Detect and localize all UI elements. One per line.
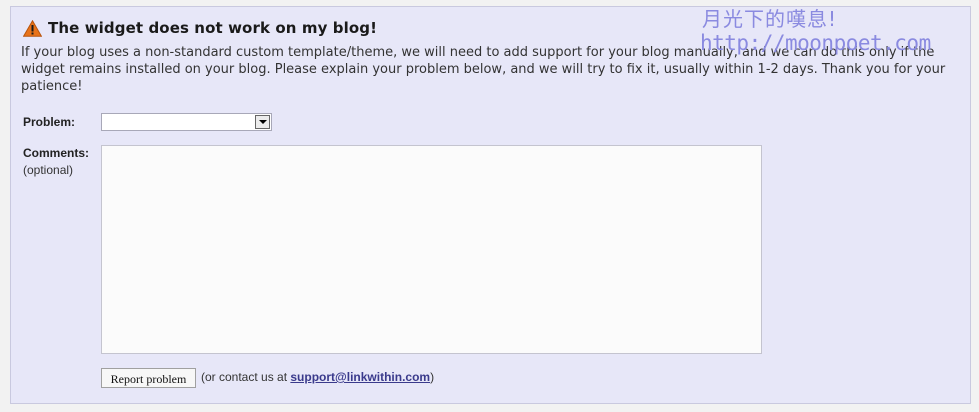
panel-title-row: The widget does not work on my blog! <box>22 19 378 37</box>
warning-icon <box>22 19 43 37</box>
watermark-url-text: http://moonpoet.com <box>700 31 931 55</box>
watermark-chinese-text: 月光下的嘆息! <box>702 7 838 31</box>
contact-prefix: (or contact us at <box>201 370 291 384</box>
problem-select[interactable] <box>101 113 272 131</box>
problem-label: Problem: <box>23 115 76 129</box>
panel-title: The widget does not work on my blog! <box>48 19 378 37</box>
contact-suffix: ) <box>430 370 435 384</box>
dropdown-arrow-icon[interactable] <box>255 115 270 129</box>
report-problem-button[interactable]: Report problem <box>101 368 196 388</box>
support-email-link[interactable]: support@linkwithin.com <box>290 370 430 384</box>
comments-textarea[interactable] <box>101 145 762 354</box>
comments-label: Comments: <box>23 146 90 160</box>
contact-line: (or contact us at support@linkwithin.com… <box>201 370 434 384</box>
report-problem-panel: The widget does not work on my blog! If … <box>10 6 971 404</box>
comments-optional-label: (optional) <box>23 163 74 177</box>
